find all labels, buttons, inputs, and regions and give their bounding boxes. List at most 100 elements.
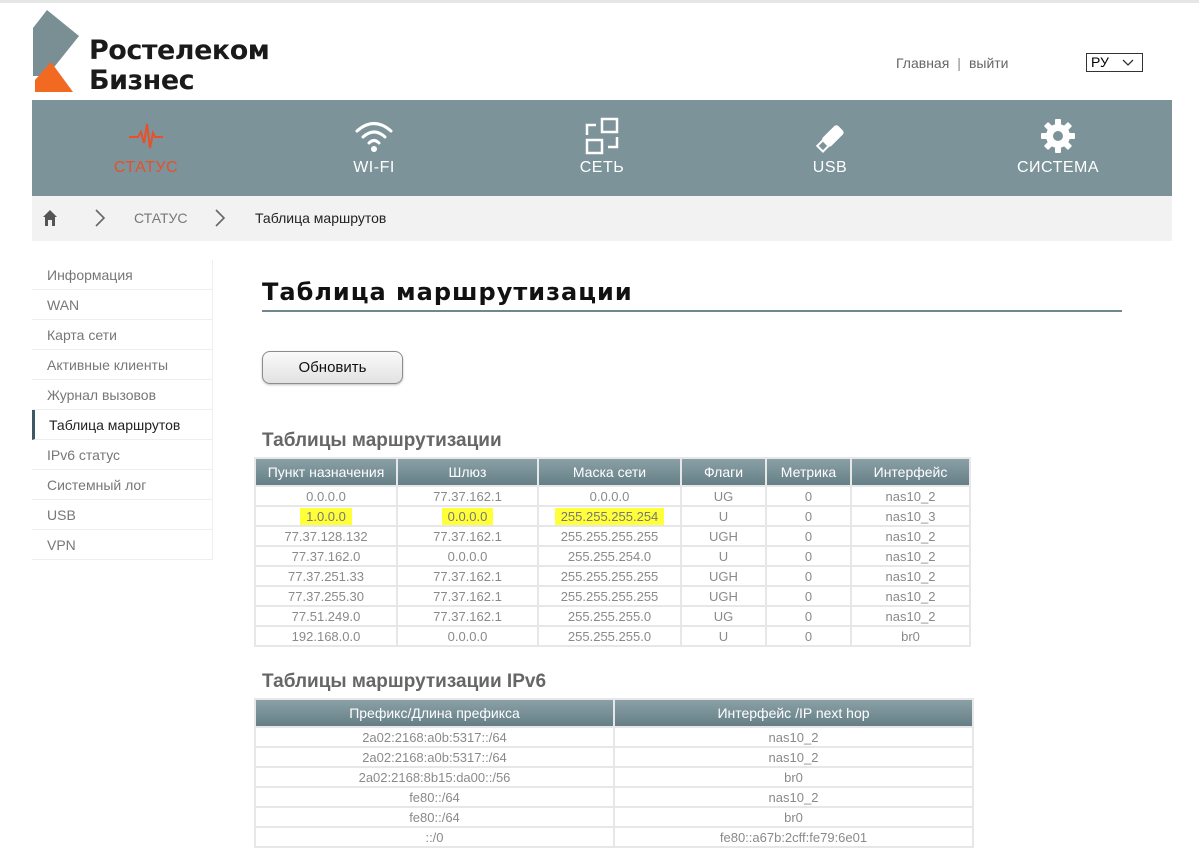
- sidebar-item-active-clients[interactable]: Активные клиенты: [32, 350, 212, 380]
- table-cell: br0: [615, 768, 972, 786]
- table-cell: 77.37.162.1: [398, 587, 537, 605]
- table-cell: 2a02:2168:a0b:5317::/64: [256, 728, 613, 746]
- table-cell: nas10_2: [852, 567, 969, 585]
- table-cell: nas10_2: [852, 607, 969, 625]
- table-cell: 77.37.162.1: [398, 607, 537, 625]
- sidebar-item-vpn[interactable]: VPN: [32, 530, 212, 560]
- table-cell: 77.37.162.0: [256, 547, 396, 565]
- table-cell: 0: [767, 607, 850, 625]
- brand-name-line1: Ростелеком: [89, 35, 270, 66]
- table-cell: 0: [767, 627, 850, 645]
- table-row: 2a02:2168:a0b:5317::/64 nas10_2: [256, 728, 972, 746]
- nav-wifi[interactable]: WI-FI: [260, 100, 488, 196]
- wifi-icon: [355, 122, 393, 152]
- sidebar-item-call-log[interactable]: Журнал вызовов: [32, 380, 212, 410]
- highlighted-value: 255.255.255.254: [554, 507, 665, 525]
- table-cell: nas10_2: [852, 587, 969, 605]
- table-cell: 255.255.255.254: [539, 507, 680, 525]
- sidebar-item-info[interactable]: Информация: [32, 260, 212, 290]
- table-row: fe80::/64 nas10_2: [256, 788, 972, 806]
- table-cell: 2a02:2168:8b15:da00::/56: [256, 768, 613, 786]
- sidebar-item-system-log[interactable]: Системный лог: [32, 470, 212, 500]
- logo-mark-icon: [33, 10, 79, 92]
- column-header: Префикс/Длина префикса: [256, 700, 613, 726]
- table-cell: 77.51.249.0: [256, 607, 396, 625]
- table-cell: nas10_2: [615, 748, 972, 766]
- table-cell: 2a02:2168:a0b:5317::/64: [256, 748, 613, 766]
- table-header-row: Префикс/Длина префикса Интерфейс /IP nex…: [256, 700, 972, 726]
- sidebar-item-usb[interactable]: USB: [32, 500, 212, 530]
- column-header: Интерфейс: [852, 459, 969, 485]
- refresh-button[interactable]: Обновить: [262, 351, 403, 384]
- home-icon[interactable]: [42, 209, 58, 227]
- table-cell: nas10_3: [852, 507, 969, 525]
- table-cell: 0: [767, 567, 850, 585]
- table-cell: UG: [682, 487, 765, 505]
- table-cell: 255.255.255.255: [539, 567, 680, 585]
- table-cell: 0.0.0.0: [398, 547, 537, 565]
- table-cell: 0: [767, 547, 850, 565]
- table-cell: 0: [767, 587, 850, 605]
- main-nav: СТАТУС WI-FI СЕТЬ USB СИСТЕМА: [32, 100, 1172, 196]
- table-cell: 255.255.255.0: [539, 627, 680, 645]
- brand-name-line2: Бизнес: [89, 65, 195, 96]
- logout-link[interactable]: выйти: [969, 55, 1009, 71]
- usb-icon: [815, 125, 844, 153]
- table-cell: 77.37.162.1: [398, 487, 537, 505]
- table-cell: nas10_2: [615, 728, 972, 746]
- table-cell: 77.37.251.33: [256, 567, 396, 585]
- table-row: 77.37.251.33 77.37.162.1 255.255.255.255 UG…: [256, 567, 969, 585]
- sidebar-item-wan[interactable]: WAN: [32, 290, 212, 320]
- table-cell: UGH: [682, 527, 765, 545]
- highlighted-value: 0.0.0.0: [441, 507, 494, 525]
- nav-status[interactable]: СТАТУС: [32, 100, 260, 196]
- ipv6-routes-title: Таблицы маршрутизации IPv6: [262, 671, 547, 692]
- table-cell: br0: [615, 808, 972, 826]
- sidebar-item-network-map[interactable]: Карта сети: [32, 320, 212, 350]
- table-cell: ::/0: [256, 828, 613, 846]
- table-row: 77.37.162.0 0.0.0.0 255.255.254.0 U 0 nas10_2: [256, 547, 969, 565]
- table-cell: U: [682, 547, 765, 565]
- nav-usb-label: USB: [812, 159, 848, 176]
- table-cell: fe80::/64: [256, 808, 613, 826]
- table-cell: 0: [767, 507, 850, 525]
- home-link[interactable]: Главная: [896, 55, 949, 71]
- column-header: Шлюз: [398, 459, 537, 485]
- table-cell: nas10_2: [615, 788, 972, 806]
- table-header-row: Пункт назначения Шлюз Маска сети Флаги М…: [256, 459, 969, 485]
- table-cell: 0.0.0.0: [539, 487, 680, 505]
- table-cell: 0.0.0.0: [256, 487, 396, 505]
- table-cell: 77.37.162.1: [398, 527, 537, 545]
- table-cell: nas10_2: [852, 487, 969, 505]
- brand-logo[interactable]: Ростелеком Бизнес: [33, 10, 278, 96]
- language-select[interactable]: РУ: [1086, 53, 1143, 72]
- table-cell: 255.255.255.255: [539, 527, 680, 545]
- table-cell: fe80::/64: [256, 788, 613, 806]
- table-cell: U: [682, 627, 765, 645]
- sidebar-item-route-table[interactable]: Таблица маршрутов: [32, 410, 212, 440]
- nav-usb[interactable]: USB: [716, 100, 944, 196]
- breadcrumb-status[interactable]: СТАТУС: [134, 210, 188, 226]
- nav-network[interactable]: СЕТЬ: [488, 100, 716, 196]
- table-cell: 0: [767, 527, 850, 545]
- table-cell: U: [682, 507, 765, 525]
- table-row: ::/0 fe80::a67b:2cff:fe79:6e01: [256, 828, 972, 846]
- table-cell: 0.0.0.0: [398, 627, 537, 645]
- chevron-right-icon: [215, 209, 226, 227]
- ipv4-routes-title: Таблицы маршрутизации: [262, 430, 502, 451]
- top-links: Главная | выйти: [896, 55, 1009, 71]
- table-cell: 77.37.128.132: [256, 527, 396, 545]
- sidebar: Информация WAN Карта сети Активные клиен…: [32, 260, 213, 560]
- table-cell: UGH: [682, 587, 765, 605]
- table-row: 1.0.0.0 0.0.0.0 255.255.255.254 U 0 nas10_3: [256, 507, 969, 525]
- table-cell: 77.37.255.30: [256, 587, 396, 605]
- column-header: Флаги: [682, 459, 765, 485]
- table-row: 77.37.255.30 77.37.162.1 255.255.255.255 UG…: [256, 587, 969, 605]
- sidebar-item-ipv6-status[interactable]: IPv6 статус: [32, 440, 212, 470]
- table-row: 2a02:2168:8b15:da00::/56 br0: [256, 768, 972, 786]
- table-cell: UG: [682, 607, 765, 625]
- table-cell: nas10_2: [852, 547, 969, 565]
- nav-system[interactable]: СИСТЕМА: [944, 100, 1172, 196]
- table-cell: fe80::a67b:2cff:fe79:6e01: [615, 828, 972, 846]
- table-cell: nas10_2: [852, 527, 969, 545]
